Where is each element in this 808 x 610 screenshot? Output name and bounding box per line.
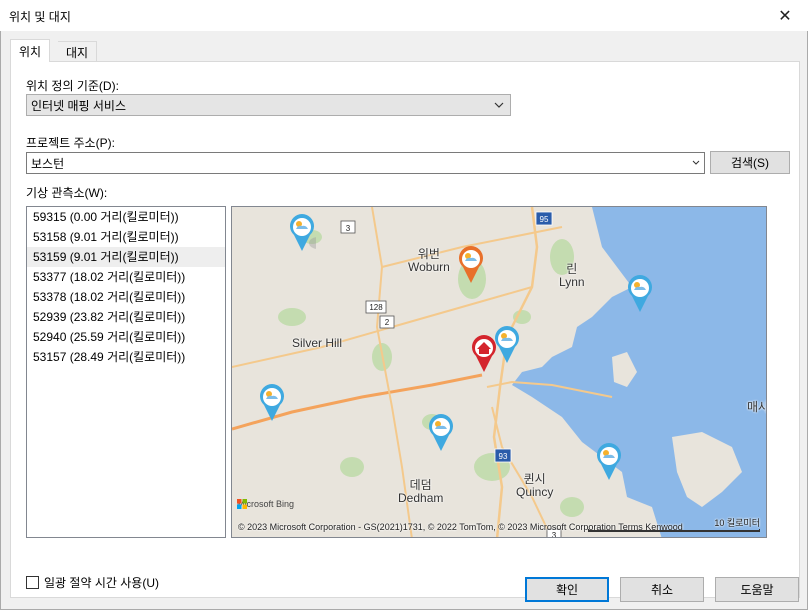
map-scale-label: 10 킬로미터 [714,518,760,528]
cancel-button[interactable]: 취소 [620,577,704,602]
list-item[interactable]: 52939 (23.82 거리(킬로미터)) [27,307,225,327]
project-address-input[interactable]: 보스턴 [26,152,705,174]
place-quincy: 퀸시 Quincy [516,472,554,499]
route-3-shield: 3 [340,220,356,234]
svg-text:3: 3 [346,224,351,233]
bing-logo: Microsoft Bing [237,499,294,509]
map-canvas: 3 95 128 2 93 3 [232,207,766,538]
tab-location[interactable]: 위치 [10,39,51,62]
location-basis-value: 인터넷 매핑 서비스 [31,98,126,113]
chevron-down-icon[interactable] [692,159,700,167]
list-item[interactable]: 52940 (25.59 거리(킬로미터)) [27,327,225,347]
project-address-value: 보스턴 [31,156,65,171]
list-item[interactable]: 53158 (9.01 거리(킬로미터)) [27,227,225,247]
location-panel: 위치 정의 기준(D): 인터넷 매핑 서비스 프로젝트 주소(P): 보스턴 … [10,61,800,598]
search-button[interactable]: 검색(S) [710,151,790,174]
route-95-shield: 95 [535,211,553,226]
svg-text:128: 128 [369,303,383,312]
home-location-pin[interactable] [470,334,498,374]
microsoft-logo-icon [237,499,247,509]
place-dedham: 데덤 Dedham [398,478,444,505]
list-item[interactable]: 53157 (28.49 거리(킬로미터)) [27,347,225,367]
window-title: 위치 및 대지 [9,10,71,24]
svg-text:95: 95 [540,215,549,224]
place-woburn: 워번 Woburn [408,247,450,274]
checkbox-box[interactable] [26,576,39,589]
location-basis-label: 위치 정의 기준(D): [26,79,119,93]
weather-station-pin[interactable] [626,274,654,314]
map-scale-bar [588,529,760,532]
list-item[interactable]: 53378 (18.02 거리(킬로미터)) [27,287,225,307]
weather-station-pin-active[interactable] [457,245,485,285]
list-item[interactable]: 53159 (9.01 거리(킬로미터)) [27,247,225,267]
route-2-shield: 2 [379,315,395,329]
list-item[interactable]: 59315 (0.00 거리(킬로미터)) [27,207,225,227]
svg-text:93: 93 [499,452,508,461]
map-view[interactable]: 3 95 128 2 93 3 워번 Woburn 린 Lynn Silver … [231,206,767,538]
daylight-saving-label: 일광 절약 시간 사용(U) [44,576,159,590]
list-item[interactable]: 53377 (18.02 거리(킬로미터)) [27,267,225,287]
weather-stations-label: 기상 관측소(W): [26,186,108,200]
svg-text:2: 2 [385,318,390,327]
place-silver-hill: Silver Hill [292,336,343,350]
location-basis-select[interactable]: 인터넷 매핑 서비스 [26,94,511,116]
daylight-saving-checkbox[interactable]: 일광 절약 시간 사용(U) [26,574,159,591]
ok-button[interactable]: 확인 [525,577,609,602]
title-bar: 위치 및 대지 ✕ [0,0,808,31]
weather-station-pin[interactable] [427,413,455,453]
dialog-client: 위치 대지 위치 정의 기준(D): 인터넷 매핑 서비스 프로젝트 주소(P)… [0,31,808,610]
route-93-shield: 93 [494,448,512,463]
place-massachusetts: 매사추세 [747,400,767,414]
project-address-label: 프로젝트 주소(P): [26,136,115,150]
place-lynn: 린 Lynn [559,262,585,289]
weather-station-pin[interactable] [258,383,286,423]
weather-station-pin[interactable] [595,442,623,482]
close-icon[interactable]: ✕ [762,0,808,31]
svg-text:3: 3 [552,531,557,538]
tab-site[interactable]: 대지 [58,41,98,62]
help-button[interactable]: 도움말 [715,577,799,602]
route-128-shield: 128 [365,300,387,314]
weather-station-list[interactable]: 59315 (0.00 거리(킬로미터)) 53158 (9.01 거리(킬로미… [26,206,226,538]
weather-station-pin[interactable] [288,213,316,253]
chevron-down-icon [494,102,504,108]
